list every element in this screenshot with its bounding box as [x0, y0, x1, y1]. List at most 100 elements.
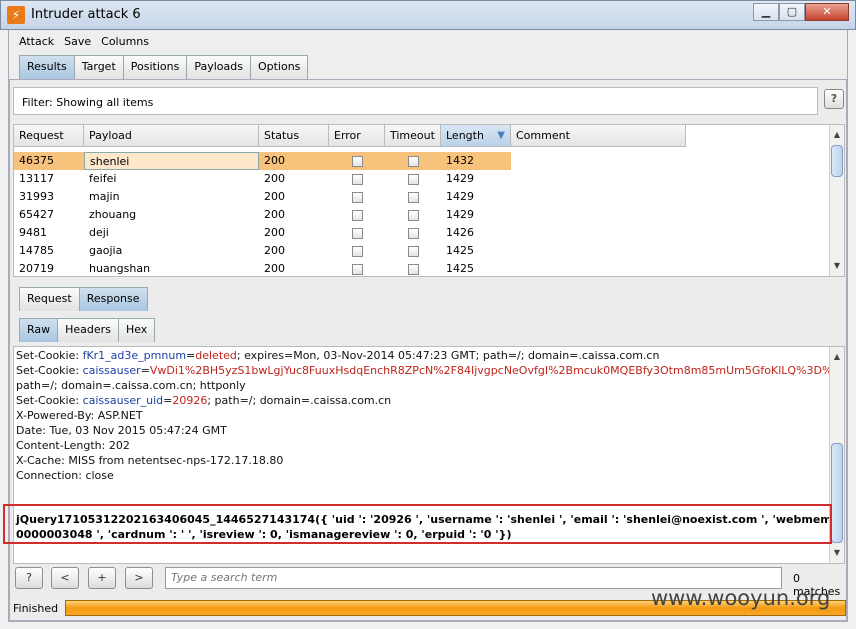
- scroll-thumb[interactable]: [831, 145, 843, 177]
- add-button[interactable]: +: [88, 567, 116, 589]
- sort-desc-icon: ▼: [497, 130, 505, 141]
- cell-payload: majin: [89, 190, 120, 203]
- title-bar: ⚡ Intruder attack 6 ▁ ▢ ✕: [0, 0, 856, 30]
- tab-raw[interactable]: Raw: [19, 318, 59, 342]
- table-row[interactable]: 14785 gaojia 200 1425: [14, 242, 511, 260]
- table-header: Request Payload Status Error Timeout Len…: [14, 125, 686, 147]
- col-status[interactable]: Status: [259, 125, 329, 147]
- close-button[interactable]: ✕: [805, 3, 849, 21]
- error-checkbox[interactable]: [351, 245, 363, 257]
- timeout-checkbox[interactable]: [407, 245, 419, 257]
- split-divider[interactable]: [9, 280, 847, 284]
- scroll-thumb[interactable]: [831, 443, 843, 543]
- checkbox-cell: [385, 260, 441, 276]
- tab-target[interactable]: Target: [73, 55, 124, 79]
- table-row[interactable]: 20719 huangshan 200 1425: [14, 260, 511, 276]
- col-comment[interactable]: Comment: [511, 125, 686, 147]
- menu-save[interactable]: Save: [64, 35, 91, 48]
- checkbox-cell: [329, 260, 385, 276]
- menu-attack[interactable]: Attack: [19, 35, 54, 48]
- prev-button[interactable]: <: [51, 567, 79, 589]
- cell-payload: zhouang: [89, 208, 137, 221]
- tab-headers[interactable]: Headers: [57, 318, 119, 342]
- col-error[interactable]: Error: [329, 125, 385, 147]
- scroll-down-icon[interactable]: ▼: [830, 259, 844, 273]
- checkbox-cell: [385, 242, 441, 260]
- col-request[interactable]: Request: [14, 125, 84, 147]
- timeout-checkbox[interactable]: [407, 155, 419, 167]
- error-checkbox[interactable]: [351, 155, 363, 167]
- next-button[interactable]: >: [125, 567, 153, 589]
- cell-status: 200: [264, 172, 285, 185]
- timeout-checkbox[interactable]: [407, 227, 419, 239]
- help-button[interactable]: ?: [824, 89, 844, 109]
- status-text: Finished: [13, 602, 59, 615]
- cookie-value: 20926: [172, 394, 208, 407]
- col-payload[interactable]: Payload: [84, 125, 259, 147]
- error-checkbox[interactable]: [351, 227, 363, 239]
- scroll-up-icon[interactable]: ▲: [830, 350, 844, 364]
- equals-sign: =: [163, 394, 173, 407]
- col-length[interactable]: Length ▼: [441, 125, 511, 147]
- response-line: X-Cache: MISS from netentsec-nps-172.17.…: [16, 454, 284, 467]
- cell-request: 31993: [19, 190, 54, 203]
- filter-bar[interactable]: Filter: Showing all items: [13, 87, 818, 115]
- menu-columns[interactable]: Columns: [101, 35, 149, 48]
- table-row[interactable]: 65427 zhouang 200 1429: [14, 206, 511, 224]
- checkbox-cell: [385, 224, 441, 242]
- cookie-name: caissauser: [82, 364, 141, 377]
- response-line: Set-Cookie: fKr1_ad3e_pmnum=deleted; exp…: [16, 349, 659, 362]
- timeout-checkbox[interactable]: [407, 191, 419, 203]
- scroll-down-icon[interactable]: ▼: [830, 546, 844, 560]
- error-checkbox[interactable]: [351, 191, 363, 203]
- tab-results[interactable]: Results: [19, 55, 75, 79]
- menu-bar: Attack Save Columns: [9, 30, 847, 52]
- maximize-button[interactable]: ▢: [779, 3, 805, 21]
- timeout-checkbox[interactable]: [407, 173, 419, 185]
- help-nav-button[interactable]: ?: [15, 567, 43, 589]
- table-row[interactable]: 31993 majin 200 1429: [14, 188, 511, 206]
- watermark: www.wooyun.org: [651, 586, 831, 610]
- cell-payload: gaojia: [89, 244, 123, 257]
- tab-options[interactable]: Options: [249, 55, 309, 79]
- cell-request: 46375: [19, 154, 54, 167]
- error-checkbox[interactable]: [351, 173, 363, 185]
- equals-sign: =: [186, 349, 196, 362]
- timeout-checkbox[interactable]: [407, 263, 419, 275]
- cell-length: 1429: [446, 190, 474, 203]
- tab-request[interactable]: Request: [19, 287, 80, 311]
- table-row[interactable]: 46375 shenlei 200 1432: [14, 152, 511, 170]
- error-checkbox[interactable]: [351, 263, 363, 275]
- main-tabs: Results Target Positions Payloads Option…: [19, 55, 309, 79]
- minimize-button[interactable]: ▁: [753, 3, 779, 21]
- scroll-up-icon[interactable]: ▲: [830, 128, 844, 142]
- cell-status: 200: [264, 208, 285, 221]
- table-row[interactable]: 13117 feifei 200 1429: [14, 170, 511, 188]
- cell-payload: huangshan: [89, 262, 151, 275]
- error-checkbox[interactable]: [351, 209, 363, 221]
- cell-payload: shenlei: [84, 152, 259, 170]
- header-name: Set-Cookie:: [16, 349, 83, 362]
- cell-status: 200: [264, 262, 285, 275]
- timeout-checkbox[interactable]: [407, 209, 419, 221]
- checkbox-cell: [385, 188, 441, 206]
- tab-hex[interactable]: Hex: [117, 318, 156, 342]
- tab-payloads[interactable]: Payloads: [186, 55, 251, 79]
- tab-response[interactable]: Response: [78, 287, 148, 311]
- col-timeout[interactable]: Timeout: [385, 125, 441, 147]
- header-name: Set-Cookie:: [16, 364, 83, 377]
- cookie-attrs: ; path=/; domain=.caissa.com.cn: [207, 394, 392, 407]
- cell-payload: deji: [89, 226, 109, 239]
- cell-length: 1432: [446, 154, 474, 167]
- table-scrollbar[interactable]: ▲ ▼: [829, 125, 844, 276]
- cell-length: 1429: [446, 208, 474, 221]
- checkbox-cell: [385, 152, 441, 170]
- cell-status: 200: [264, 190, 285, 203]
- equals-sign: =: [140, 364, 150, 377]
- results-table: Request Payload Status Error Timeout Len…: [13, 124, 845, 277]
- tab-positions[interactable]: Positions: [122, 55, 188, 79]
- cell-request: 13117: [19, 172, 54, 185]
- table-row[interactable]: 9481 deji 200 1426: [14, 224, 511, 242]
- response-line: Date: Tue, 03 Nov 2015 05:47:24 GMT: [16, 424, 227, 437]
- response-line: Connection: close: [16, 469, 114, 482]
